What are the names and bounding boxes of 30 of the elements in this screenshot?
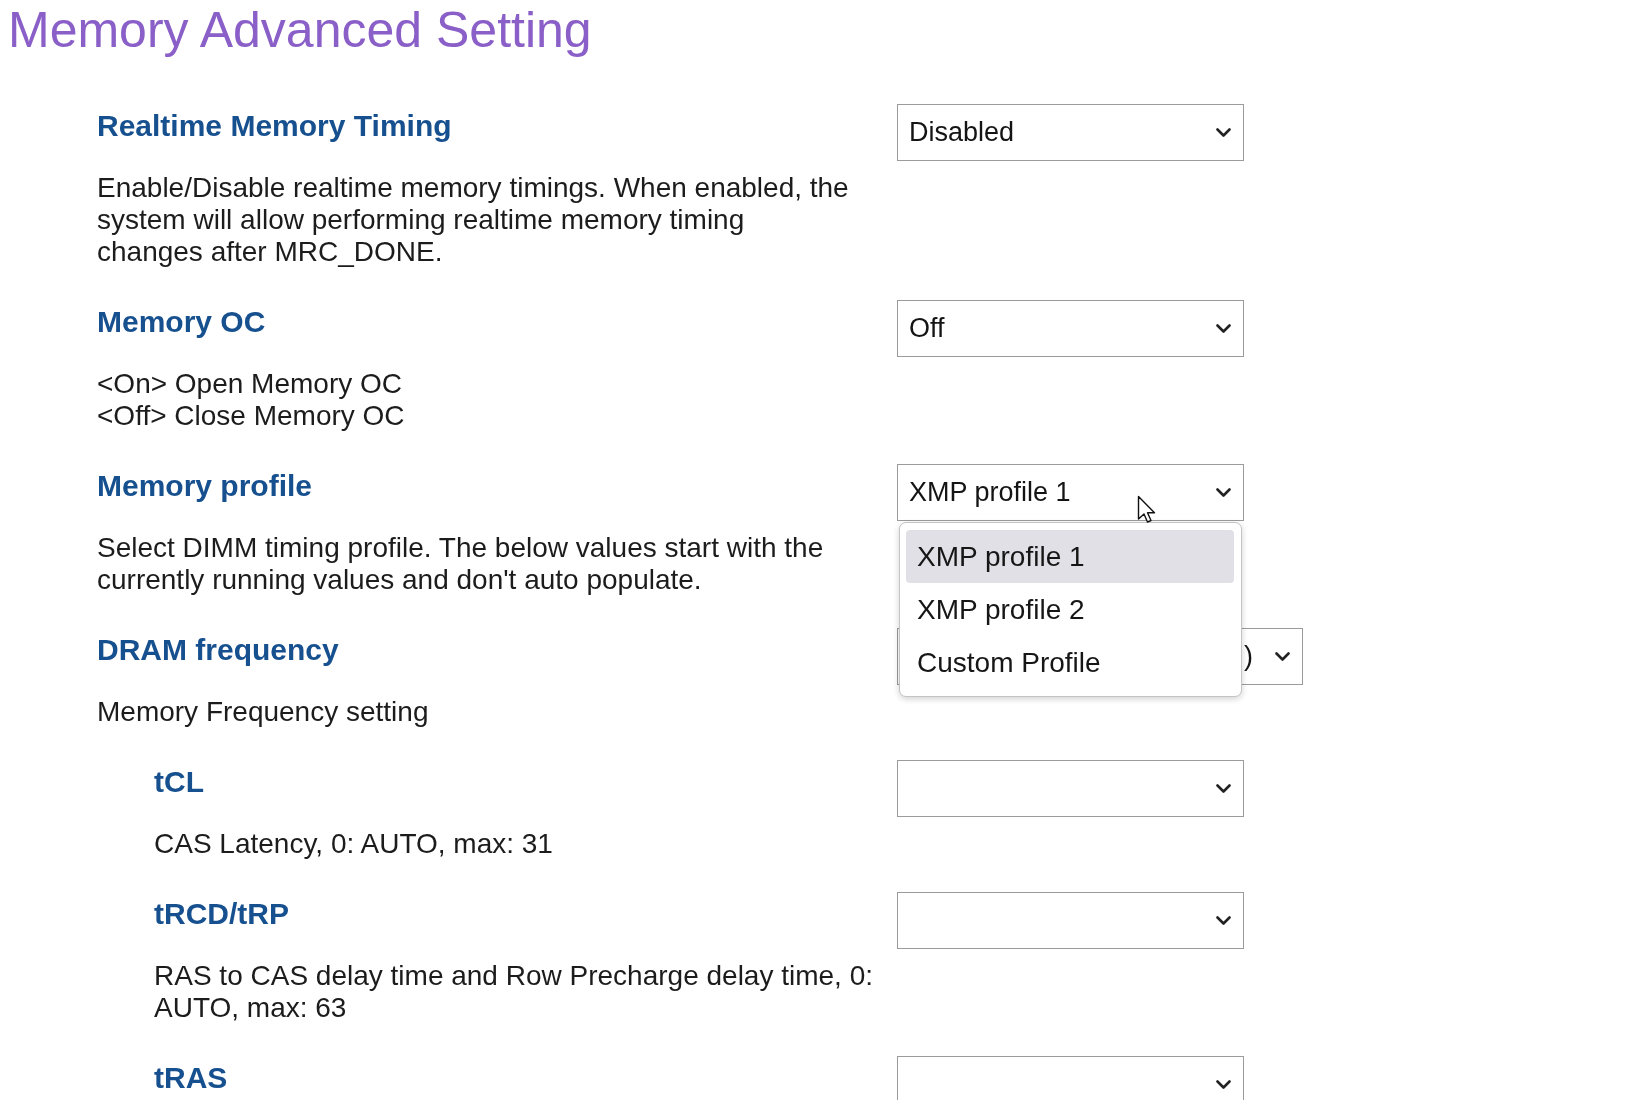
dropdown-option[interactable]: XMP profile 2 xyxy=(906,583,1234,636)
chevron-down-icon xyxy=(1216,784,1231,793)
chevron-down-icon xyxy=(1275,652,1290,661)
setting-title: Memory profile xyxy=(97,470,314,502)
setting-description: Memory Frequency setting xyxy=(97,696,430,728)
chevron-down-icon xyxy=(1216,488,1231,497)
dropdown-option[interactable]: Custom Profile xyxy=(906,636,1234,689)
setting-title: tRCD/tRP xyxy=(154,898,290,930)
setting-description: CAS Latency, 0: AUTO, max: 31 xyxy=(154,828,554,860)
chevron-down-icon xyxy=(1216,128,1231,137)
setting-title: Realtime Memory Timing xyxy=(97,110,453,142)
dropdown-select[interactable] xyxy=(897,1056,1244,1100)
chevron-down-icon xyxy=(1216,324,1231,333)
dropdown-select[interactable]: Disabled xyxy=(897,104,1244,161)
dropdown-select[interactable]: XMP profile 1 xyxy=(897,464,1244,521)
setting-description: Enable/Disable realtime memory timings. When enabled, the system will allow performing realtime memory timing changes after MRC_DONE. xyxy=(97,172,850,268)
dropdown-select[interactable] xyxy=(897,892,1244,949)
setting-description: RAS to CAS delay time and Row Precharge delay time, 0: AUTO, max: 63 xyxy=(154,960,874,1024)
setting-title: Memory OC xyxy=(97,306,267,338)
setting-title: tCL xyxy=(154,766,205,798)
setting-title: tRAS xyxy=(154,1062,229,1094)
dropdown-select[interactable]: Off xyxy=(897,300,1244,357)
chevron-down-icon xyxy=(1216,916,1231,925)
dropdown-option[interactable]: XMP profile 1 xyxy=(906,530,1234,583)
chevron-down-icon xyxy=(1216,1080,1231,1089)
page-title: Memory Advanced Setting xyxy=(7,1,593,60)
setting-description: <On> Open Memory OC <Off> Close Memory OC xyxy=(97,368,406,432)
setting-title: DRAM frequency xyxy=(97,634,340,666)
setting-description: Select DIMM timing profile. The below values start with the currently running values and don't auto populate. xyxy=(97,532,825,596)
dropdown-select[interactable] xyxy=(897,760,1244,817)
